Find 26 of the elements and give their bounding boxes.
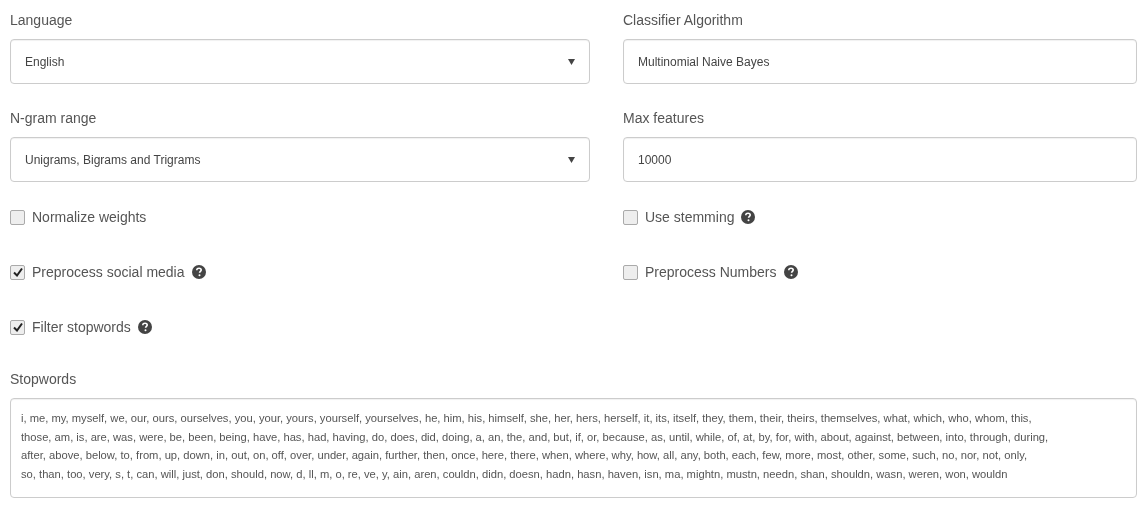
dropdown[interactable]: Unigrams, Bigrams and Trigrams bbox=[10, 137, 590, 182]
field-label: Language bbox=[10, 11, 73, 30]
checkbox-label: Preprocess Numbers bbox=[645, 262, 777, 282]
field-label: Classifier Algorithm bbox=[623, 11, 743, 30]
checkbox[interactable] bbox=[10, 319, 25, 335]
dropdown[interactable]: English bbox=[10, 39, 590, 84]
dropdown[interactable]: Multinomial Naive Bayes bbox=[623, 39, 1137, 84]
checkbox[interactable] bbox=[10, 264, 25, 280]
checkbox-label: Filter stopwords bbox=[32, 317, 131, 337]
checkbox-label: Preprocess social media bbox=[32, 262, 185, 282]
field-label: Max features bbox=[623, 109, 704, 128]
checkbox[interactable] bbox=[623, 264, 638, 280]
field-label: N-gram range bbox=[10, 109, 97, 128]
caret-icon bbox=[568, 156, 575, 163]
help-icon[interactable] bbox=[191, 265, 206, 279]
text-area[interactable]: i, me, my, myself, we, our, ours, ourselves, you, your, yours, yourself, yourselves, he, him, his, himself, she, her, hers, herself, it, its, itself, they, them, their, theirs, themselves, what, which, who, whom, this, those, am, is, are, was, were, be, been, being, have, has, had, having, do, does, did, doing, a, an, the, and, but, if, or, because, as, until, while, of, at, by, for, with, about, against, between, into, through, during, after, above, below, to, from, up, down, in, out, on, off, over, under, again, further, then, once, here, there, when, where, why, how, all, any, both, each, few, more, most, other, some, such, no, nor, not, only, so, than, too, very, s, t, can, will, just, don, should, now, d, ll, m, o, re, ve, y, ain, aren, couldn, didn, doesn, hadn, hasn, haven, isn, ma, mightn, mustn, needn, shan, shouldn, wasn, weren, won, wouldn bbox=[10, 398, 1137, 498]
input-field[interactable]: 10000 bbox=[623, 137, 1137, 182]
help-icon[interactable] bbox=[741, 210, 756, 224]
checkbox-label: Normalize weights bbox=[32, 207, 147, 227]
checkbox-label: Use stemming bbox=[645, 207, 735, 227]
field-label: Stopwords bbox=[10, 370, 77, 389]
caret-icon bbox=[568, 58, 575, 65]
help-icon[interactable] bbox=[783, 265, 798, 279]
checkbox[interactable] bbox=[623, 209, 638, 225]
checkbox[interactable] bbox=[10, 209, 25, 225]
help-icon[interactable] bbox=[137, 320, 152, 334]
